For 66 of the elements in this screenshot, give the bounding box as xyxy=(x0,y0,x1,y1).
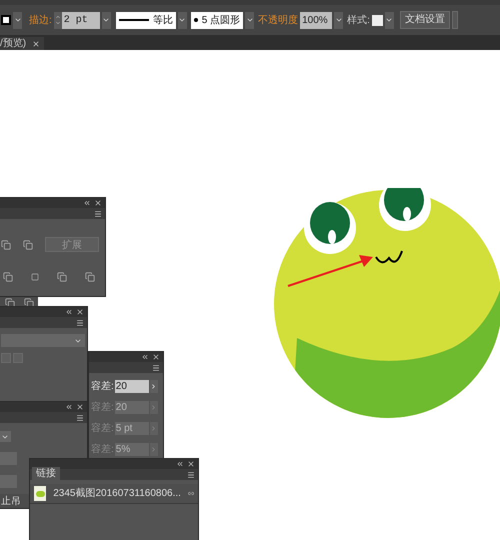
caret-icon xyxy=(14,16,22,24)
collapse-icon[interactable] xyxy=(65,402,73,411)
panel-tab[interactable]: 链接 xyxy=(32,467,60,480)
stepper-button[interactable] xyxy=(150,380,158,393)
dropdown-arrow-button[interactable] xyxy=(178,12,187,28)
tolerance-label: 容差: xyxy=(91,380,114,394)
stroke-label: 描边: xyxy=(29,14,52,28)
close-icon[interactable] xyxy=(76,402,84,411)
dropdown-field[interactable] xyxy=(0,430,11,442)
caret-icon xyxy=(150,446,158,453)
link-row[interactable]: 2345截图20160731160806... xyxy=(30,484,198,504)
collapse-icon[interactable] xyxy=(176,460,184,468)
caret-icon xyxy=(150,425,158,432)
stop-button[interactable]: 止吊 xyxy=(0,494,29,508)
toolbar-button[interactable] xyxy=(452,11,458,29)
style-swatch[interactable] xyxy=(372,14,383,26)
dropdown-arrow-button[interactable] xyxy=(384,12,394,28)
opacity-field[interactable]: 100% xyxy=(300,12,332,28)
stepper-button[interactable] xyxy=(150,401,158,414)
panel-menu-icon[interactable] xyxy=(94,210,102,218)
collapse-icon[interactable] xyxy=(83,199,91,207)
caret-icon xyxy=(334,16,343,24)
spin-down-icon[interactable] xyxy=(54,20,61,26)
panel-menu-icon[interactable] xyxy=(76,414,84,422)
dropdown-field[interactable] xyxy=(1,334,85,347)
overlap-squares-icon[interactable] xyxy=(3,272,13,282)
caret-icon xyxy=(150,383,158,390)
stroke-line-icon xyxy=(118,19,149,21)
panel-menu-icon[interactable] xyxy=(187,471,195,479)
close-icon[interactable] xyxy=(187,460,195,468)
document-tab[interactable]: /预览) xyxy=(0,37,44,50)
caret-icon xyxy=(102,16,110,24)
panel-menu-icon[interactable] xyxy=(76,319,84,327)
link-name: 2345截图20160731160806... xyxy=(53,486,181,501)
document-setup-button[interactable]: 文档设置 xyxy=(400,11,450,29)
stroke-profile-select[interactable]: 等比 xyxy=(116,12,176,28)
caret-icon xyxy=(246,16,254,24)
overlap-squares-icon[interactable] xyxy=(23,240,33,250)
caret-icon xyxy=(178,16,186,24)
overlap-squares-icon[interactable] xyxy=(85,272,95,282)
collapse-icon[interactable] xyxy=(141,353,149,361)
close-icon[interactable] xyxy=(76,308,84,316)
collapse-icon[interactable] xyxy=(65,308,73,316)
dropdown-arrow-button[interactable] xyxy=(334,12,344,28)
close-icon[interactable] xyxy=(32,40,40,48)
stepper-button[interactable] xyxy=(150,422,158,435)
stepper-button[interactable] xyxy=(150,443,158,456)
dropdown-arrow-button[interactable] xyxy=(245,12,254,28)
caret-icon xyxy=(385,16,394,24)
style-label: 样式: xyxy=(347,14,370,28)
caret-icon xyxy=(150,404,158,411)
brush-select[interactable]: 5 点圆形 xyxy=(190,12,244,28)
image-thumbnail xyxy=(34,486,46,501)
square-icon[interactable] xyxy=(31,273,39,281)
opacity-label: 不透明度 xyxy=(258,14,298,28)
stroke-swatch[interactable] xyxy=(1,15,11,25)
panel-menu-icon[interactable] xyxy=(152,364,160,372)
dropdown-arrow-button[interactable] xyxy=(102,12,111,28)
close-icon[interactable] xyxy=(152,353,160,361)
overlap-squares-icon[interactable] xyxy=(1,240,11,250)
spin-up-icon[interactable] xyxy=(54,14,61,20)
overlap-squares-icon[interactable] xyxy=(57,272,67,282)
link-icon[interactable] xyxy=(188,489,194,498)
tolerance-field[interactable]: 20 xyxy=(114,380,149,393)
close-icon[interactable] xyxy=(94,199,102,207)
stroke-weight-field[interactable]: 2 pt xyxy=(54,12,100,28)
